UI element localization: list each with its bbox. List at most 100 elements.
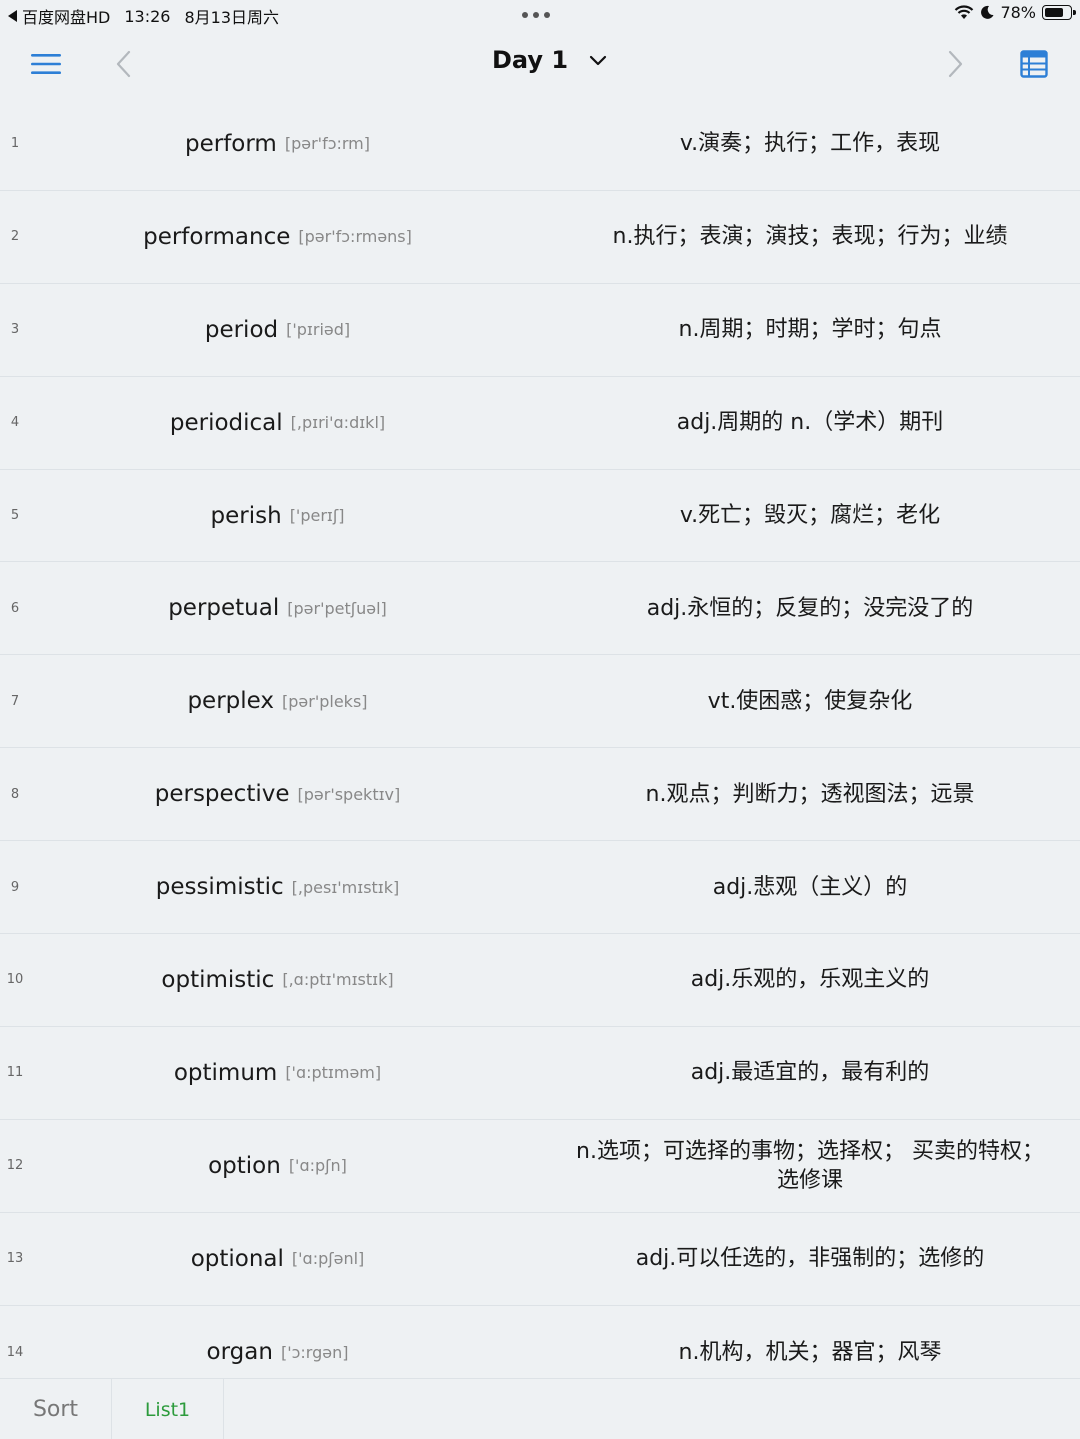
next-day-button[interactable] [936,44,976,84]
definition-cell: v.演奏；执行；工作，表现 [575,98,1045,190]
phonetic-text: [pər'pleks] [282,691,368,711]
definition-text: v.演奏；执行；工作，表现 [679,131,941,157]
word-row[interactable]: 9 pessimistic [,pesɪ'mɪstɪk] adj.悲观（主义）的 [0,841,1080,935]
word-row[interactable]: 5 perish ['perɪʃ] v.死亡；毁灭；腐烂；老化 [0,470,1080,563]
phonetic-text: ['ɑ:pʃn] [288,1156,347,1176]
day-selector[interactable]: Day 1 [0,46,1080,74]
word-cell: perish ['perɪʃ] [30,470,525,562]
moon-icon [981,5,994,19]
nav-bar: Day 1 [0,30,1080,98]
word-row[interactable]: 11 optimum ['ɑ:ptɪməm] adj.最适宜的，最有利的 [0,1027,1080,1120]
definition-cell: vt.使困惑；使复杂化 [575,655,1045,747]
definition-cell: n.选项；可选择的事物；选择权； 买卖的特权；选修课 [575,1120,1045,1212]
definition-cell: n.执行；表演；演技；表现；行为；业绩 [575,191,1045,283]
row-number: 12 [6,1158,24,1174]
phonetic-text: ['perɪʃ] [289,506,345,525]
row-number: 7 [10,693,20,709]
word-row[interactable]: 2 performance [pər'fɔ:rməns] n.执行；表演；演技；表现；… [0,191,1080,284]
word-cell: perspective [pər'spektɪv] [30,748,525,840]
definition-cell: adj.最适宜的，最有利的 [575,1027,1045,1119]
word-text: organ [206,1339,273,1366]
word-row[interactable]: 10 optimistic [,ɑ:ptɪ'mɪstɪk] adj.乐观的，乐观主义的 [0,934,1080,1027]
word-text: optional [190,1245,284,1272]
back-to-app[interactable]: 百度网盘HD [8,4,110,28]
status-left: 百度网盘HD 13:26 8月13日周六 [8,4,279,28]
word-cell: optimistic [,ɑ:ptɪ'mɪstɪk] [30,934,525,1026]
word-cell: optimum ['ɑ:ptɪməm] [30,1027,525,1119]
row-number: 13 [6,1251,24,1267]
word-text: perish [210,502,282,529]
status-right: 78% [954,3,1076,22]
word-row[interactable]: 13 optional ['ɑ:pʃənl] adj.可以任选的，非强制的；选修的 [0,1213,1080,1306]
definition-text: n.机构，机关；器官；风琴 [678,1339,942,1365]
word-row[interactable]: 1 perform [pər'fɔ:rm] v.演奏；执行；工作，表现 [0,98,1080,191]
back-triangle-icon [8,10,17,22]
definition-text: vt.使困惑；使复杂化 [707,688,913,714]
word-row[interactable]: 7 perplex [pər'pleks] vt.使困惑；使复杂化 [0,655,1080,749]
definition-cell: n.观点；判断力；透视图法；远景 [575,748,1045,840]
word-text: perpetual [168,595,280,622]
word-cell: pessimistic [,pesɪ'mɪstɪk] [30,841,525,933]
row-number: 2 [10,229,20,245]
phonetic-text: ['ɔ:rgən] [280,1342,349,1362]
phonetic-text: ['pɪriəd] [286,320,351,340]
definition-cell: adj.悲观（主义）的 [575,841,1045,933]
word-row[interactable]: 8 perspective [pər'spektɪv] n.观点；判断力；透视图法；远… [0,748,1080,842]
chevron-down-icon [589,55,607,66]
definition-cell: adj.周期的 n.（学术）期刊 [575,377,1045,469]
phonetic-text: [pər'spektɪv] [297,784,401,804]
word-list: 1 perform [pər'fɔ:rm] v.演奏；执行；工作，表现 2 perform… [0,98,1080,1398]
phonetic-text: [pər'fɔ:rm] [284,134,370,154]
phonetic-text: [,pesɪ'mɪstɪk] [291,877,400,897]
word-cell: optional ['ɑ:pʃənl] [30,1213,525,1305]
word-row[interactable]: 6 perpetual [pər'petʃuəl] adj.永恒的；反复的；没完没了的 [0,562,1080,656]
list-view-button[interactable] [1014,44,1054,84]
status-date: 8月13日周六 [184,8,280,27]
definition-text: adj.乐观的，乐观主义的 [690,967,930,993]
tab-sort[interactable]: Sort [0,1379,112,1439]
word-text: period [204,316,279,343]
vocab-app-screen: 百度网盘HD 13:26 8月13日周六 78% Day 1 1 perform… [0,0,1080,1439]
word-text: perplex [187,688,275,715]
word-row[interactable]: 4 periodical [,pɪri'ɑ:dɪkl] adj.周期的 n.（学术）期… [0,377,1080,470]
word-cell: performance [pər'fɔ:rməns] [30,191,525,283]
list-view-icon [1020,50,1048,78]
multitasking-dots-icon[interactable] [522,12,550,18]
word-text: periodical [169,409,283,436]
bottom-tab-bar: Sort List1 [0,1378,1080,1439]
definition-text: n.观点；判断力；透视图法；远景 [645,781,975,807]
row-number: 9 [10,879,20,895]
page-title: Day 1 [491,46,569,74]
row-number: 8 [10,786,20,802]
definition-cell: n.周期；时期；学时；句点 [575,284,1045,376]
phonetic-text: [,pɪri'ɑ:dɪkl] [290,413,386,433]
word-text: option [208,1152,281,1179]
tab-list1[interactable]: List1 [112,1379,224,1439]
phonetic-text: ['ɑ:pʃənl] [291,1249,365,1269]
phonetic-text: [pər'fɔ:rməns] [298,227,412,247]
battery-icon [1042,5,1076,20]
back-app-label: 百度网盘HD [22,8,111,27]
definition-cell: adj.永恒的；反复的；没完没了的 [575,562,1045,654]
word-cell: option ['ɑ:pʃn] [30,1120,525,1212]
word-cell: perplex [pər'pleks] [30,655,525,747]
wifi-icon [955,5,974,19]
word-text: perspective [154,781,290,808]
battery-percent: 78% [1000,3,1036,22]
word-text: optimistic [161,966,275,993]
definition-cell: adj.乐观的，乐观主义的 [575,934,1045,1026]
definition-cell: adj.可以任选的，非强制的；选修的 [575,1213,1045,1305]
row-number: 1 [10,136,20,152]
word-row[interactable]: 3 period ['pɪriəd] n.周期；时期；学时；句点 [0,284,1080,377]
day-dropdown-button[interactable] [588,52,608,71]
word-text: optimum [173,1059,278,1086]
definition-text: adj.可以任选的，非强制的；选修的 [635,1246,985,1272]
definition-text: n.执行；表演；演技；表现；行为；业绩 [612,224,1008,250]
row-number: 11 [6,1065,24,1081]
battery-fill [1045,8,1063,17]
row-number: 10 [6,972,24,988]
word-text: perform [185,130,277,157]
definition-text: adj.最适宜的，最有利的 [690,1060,930,1086]
word-row[interactable]: 12 option ['ɑ:pʃn] n.选项；可选择的事物；选择权； 买卖的特权；选… [0,1120,1080,1213]
phonetic-text: ['ɑ:ptɪməm] [285,1063,382,1083]
